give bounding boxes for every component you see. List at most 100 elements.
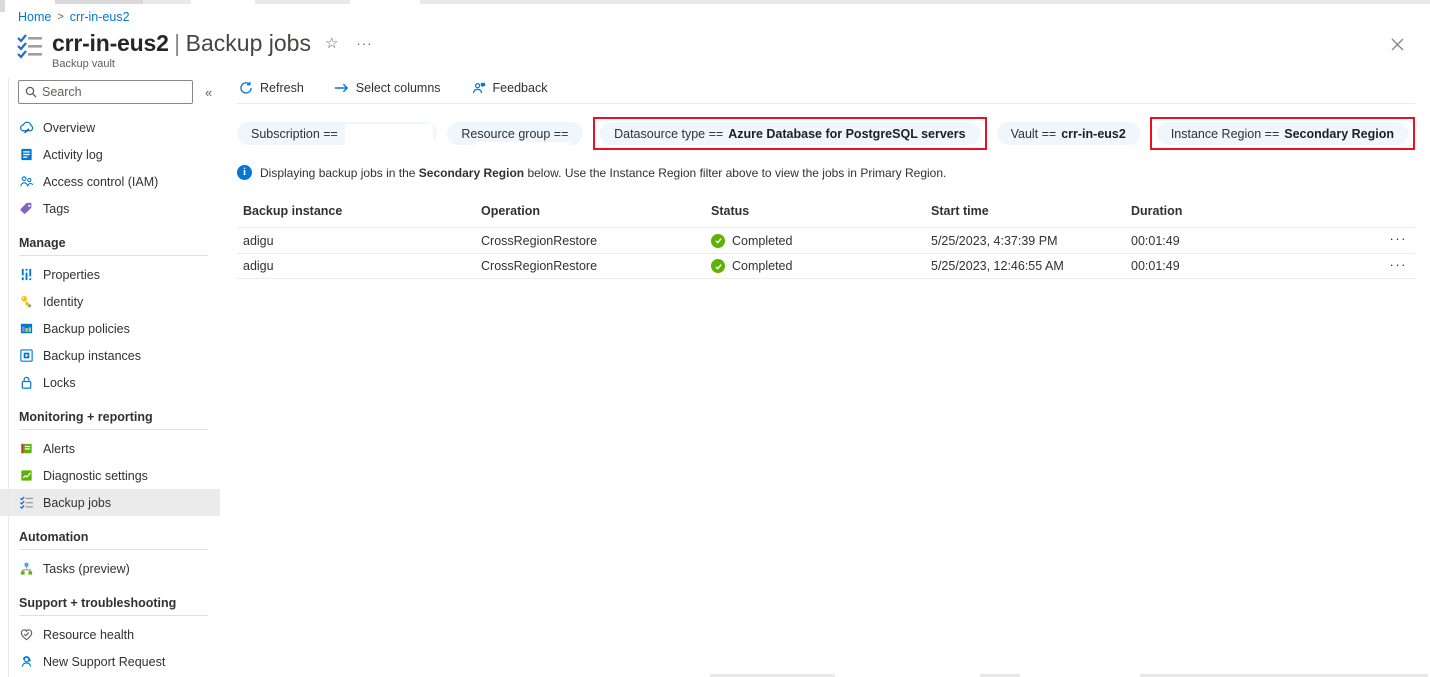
search-icon (25, 86, 37, 98)
feedback-button[interactable]: Feedback (469, 79, 550, 97)
filter-pill-subscription[interactable]: Subscription == (237, 122, 437, 145)
select-columns-label: Select columns (356, 81, 441, 95)
sidebar-item-label: Backup policies (43, 322, 130, 336)
sidebar-section-manage: Manage (0, 222, 220, 255)
filter-value: Azure Database for PostgreSQL servers (728, 127, 965, 141)
highlight-box-instance-region: Instance Region == Secondary Region (1150, 117, 1415, 150)
filter-pill-vault[interactable]: Vault == crr-in-eus2 (997, 122, 1140, 145)
sidebar-left-rail (8, 78, 9, 677)
sidebar-item-diagnostic-settings[interactable]: Diagnostic settings (0, 462, 220, 489)
filter-label: Vault == (1011, 127, 1057, 141)
section-divider (19, 549, 208, 550)
screenshot-artifact-bar (55, 0, 143, 4)
collapse-menu-icon[interactable]: « (201, 83, 216, 102)
title-separator: | (174, 30, 180, 56)
refresh-icon (239, 81, 253, 95)
filter-label: Datasource type == (614, 127, 723, 141)
info-text-suffix: below. Use the Instance Region filter ab… (524, 166, 946, 180)
favorite-star-icon[interactable]: ☆ (321, 34, 342, 53)
close-icon (1391, 38, 1404, 51)
cell-status: Completed (705, 259, 925, 273)
row-more-icon[interactable]: ··· (1390, 231, 1416, 250)
feedback-icon (471, 81, 486, 95)
breadcrumb-home-link[interactable]: Home (18, 10, 51, 24)
sidebar-section-automation: Automation (0, 516, 220, 549)
sidebar-item-overview[interactable]: Overview (0, 114, 220, 141)
sidebar-item-properties[interactable]: Properties (0, 261, 220, 288)
sidebar-item-label: Resource health (43, 628, 134, 642)
filter-pill-datasource-type[interactable]: Datasource type == Azure Database for Po… (600, 122, 979, 145)
sidebar-item-resource-health[interactable]: Resource health (0, 621, 220, 648)
search-input[interactable] (42, 85, 186, 99)
info-banner-text: Displaying backup jobs in the Secondary … (260, 166, 946, 180)
backup-vault-icon (16, 32, 44, 60)
alerts-icon (19, 441, 34, 456)
column-header-start-time: Start time (925, 196, 1125, 227)
cell-status: Completed (705, 234, 925, 248)
backup-instances-icon (19, 348, 34, 363)
cell-duration: 00:01:49 (1125, 234, 1285, 248)
backup-jobs-table: Backup instance Operation Status Start t… (237, 196, 1415, 279)
section-divider (19, 255, 208, 256)
overview-icon (19, 120, 34, 135)
screenshot-artifact-bar (420, 0, 1430, 4)
sidebar-item-access-control[interactable]: Access control (IAM) (0, 168, 220, 195)
info-text-bold: Secondary Region (419, 166, 524, 180)
backup-jobs-icon (19, 495, 34, 510)
filter-label: Instance Region == (1171, 127, 1279, 141)
filter-pill-instance-region[interactable]: Instance Region == Secondary Region (1157, 122, 1408, 145)
sidebar-item-label: Properties (43, 268, 100, 282)
cell-duration: 00:01:49 (1125, 259, 1285, 273)
sidebar-item-alerts[interactable]: Alerts (0, 435, 220, 462)
sidebar-search-box[interactable] (18, 80, 193, 104)
refresh-button[interactable]: Refresh (237, 79, 306, 97)
sidebar-item-activity-log[interactable]: Activity log (0, 141, 220, 168)
filter-pill-resource-group[interactable]: Resource group == (447, 122, 583, 145)
lock-icon (19, 375, 34, 390)
select-columns-button[interactable]: Select columns (332, 79, 443, 97)
redaction-overlay (345, 124, 433, 151)
sidebar-item-locks[interactable]: Locks (0, 369, 220, 396)
support-request-icon (19, 654, 34, 669)
page-header: crr-in-eus2 | Backup jobs ☆ ··· Backup v… (0, 26, 1430, 70)
sidebar-item-tasks-preview[interactable]: Tasks (preview) (0, 555, 220, 582)
sidebar-section-monitoring: Monitoring + reporting (0, 396, 220, 429)
table-header-row: Backup instance Operation Status Start t… (237, 196, 1415, 227)
filter-bar: Subscription == Resource group == Dataso… (237, 117, 1415, 150)
page-title: crr-in-eus2 | Backup jobs (52, 30, 311, 57)
table-row[interactable]: adigu CrossRegionRestore Completed 5/25/… (237, 253, 1415, 279)
breadcrumb-separator: > (57, 11, 63, 23)
cell-operation: CrossRegionRestore (475, 234, 705, 248)
close-blade-button[interactable] (1387, 34, 1408, 58)
section-divider (19, 615, 208, 616)
column-header-operation: Operation (475, 196, 705, 227)
info-icon: i (237, 165, 252, 180)
filter-label: Subscription == (251, 127, 338, 141)
row-more-icon[interactable]: ··· (1390, 257, 1416, 276)
sidebar-item-label: Locks (43, 376, 76, 390)
info-banner: i Displaying backup jobs in the Secondar… (237, 165, 1415, 180)
breadcrumb-resource-link[interactable]: crr-in-eus2 (70, 10, 130, 24)
sidebar-item-label: New Support Request (43, 655, 165, 669)
header-more-icon[interactable]: ··· (352, 35, 376, 52)
column-header-status: Status (705, 196, 925, 227)
filter-label: Resource group == (461, 127, 568, 141)
sidebar-item-tags[interactable]: Tags (0, 195, 220, 222)
arrow-right-icon (334, 82, 349, 94)
completed-check-icon (711, 234, 725, 248)
sidebar-item-new-support-request[interactable]: New Support Request (0, 648, 220, 675)
sidebar-item-identity[interactable]: Identity (0, 288, 220, 315)
properties-icon (19, 267, 34, 282)
backup-jobs-main: Refresh Select columns Feedback Subscrip… (220, 78, 1430, 279)
redaction-overlay (475, 142, 570, 152)
sidebar-item-backup-instances[interactable]: Backup instances (0, 342, 220, 369)
screenshot-artifact-bar (0, 0, 5, 12)
table-row[interactable]: adigu CrossRegionRestore Completed 5/25/… (237, 227, 1415, 253)
sidebar-item-backup-policies[interactable]: Backup policies (0, 315, 220, 342)
sidebar-item-backup-jobs[interactable]: Backup jobs (0, 489, 220, 516)
sidebar-item-label: Tasks (preview) (43, 562, 130, 576)
resource-menu-sidebar: « Overview Activity log (0, 78, 220, 675)
sidebar-item-label: Access control (IAM) (43, 175, 158, 189)
cell-start-time: 5/25/2023, 4:37:39 PM (925, 234, 1125, 248)
sidebar-item-label: Overview (43, 121, 95, 135)
